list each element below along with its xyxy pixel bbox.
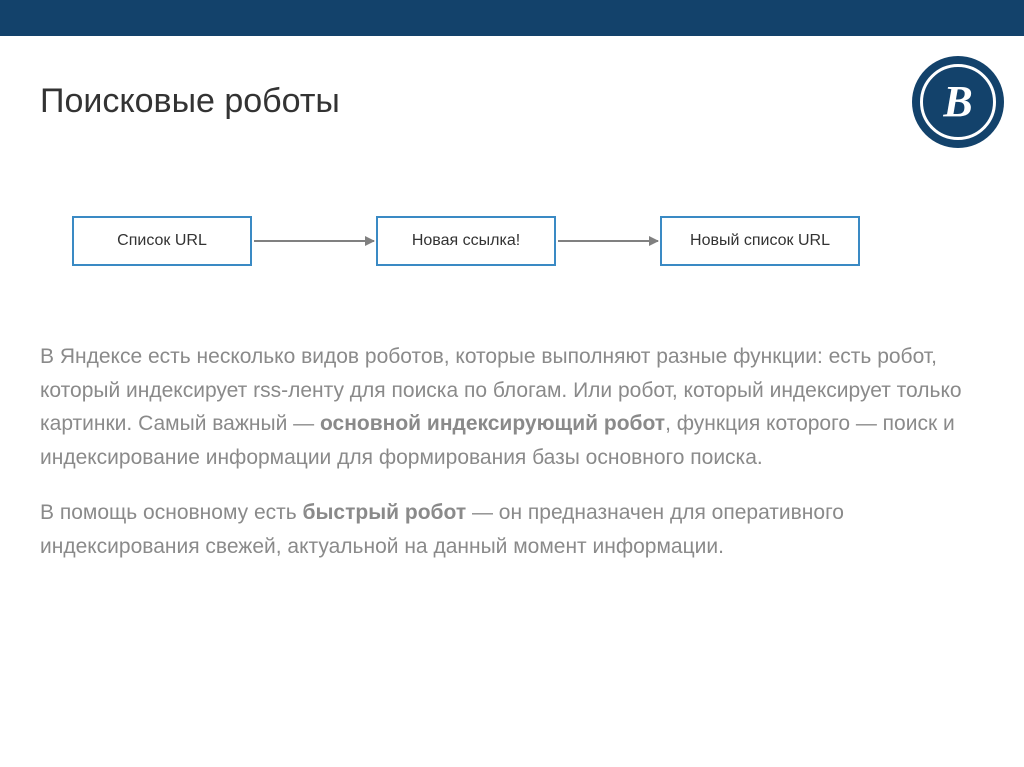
- body-text: В Яндексе есть несколько видов роботов, …: [40, 340, 984, 586]
- paragraph-2: В помощь основному есть быстрый робот — …: [40, 496, 984, 563]
- bold-main-robot: основной индексирующий робот: [320, 412, 665, 435]
- diagram-box-url-list: Список URL: [72, 216, 252, 266]
- text-span: В помощь основному есть: [40, 501, 303, 524]
- logo-letter: В: [943, 80, 972, 124]
- paragraph-1: В Яндексе есть несколько видов роботов, …: [40, 340, 984, 474]
- logo-hse: В: [912, 56, 1004, 148]
- top-bar: [0, 0, 1024, 36]
- diagram-box-new-url-list: Новый список URL: [660, 216, 860, 266]
- bold-fast-robot: быстрый робот: [303, 501, 467, 524]
- flow-diagram: Список URL Новая ссылка! Новый список UR…: [72, 216, 860, 266]
- diagram-box-new-link: Новая ссылка!: [376, 216, 556, 266]
- arrow-icon: [254, 240, 374, 242]
- page-title: Поисковые роботы: [40, 82, 340, 121]
- arrow-icon: [558, 240, 658, 242]
